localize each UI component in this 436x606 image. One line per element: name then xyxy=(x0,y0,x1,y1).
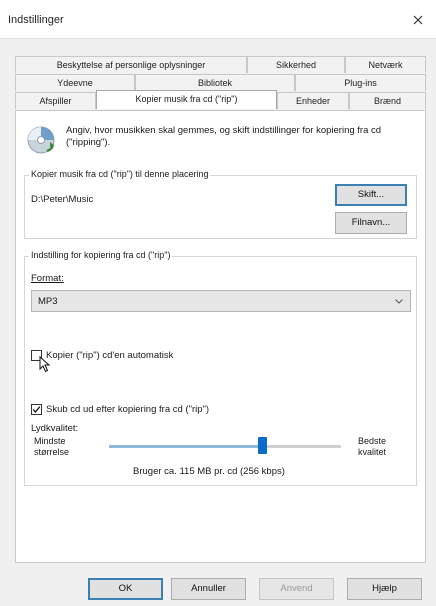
tab-rip-music[interactable]: Kopier musik fra cd ("rip") xyxy=(96,90,277,109)
help-button[interactable]: Hjælp xyxy=(347,578,422,600)
chevron-down-icon xyxy=(395,299,403,304)
close-icon xyxy=(413,15,423,25)
tab-library[interactable]: Bibliotek xyxy=(135,74,295,91)
window-title: Indstillinger xyxy=(8,14,64,26)
usage-text: Bruger ca. 115 MB pr. cd (256 kbps) xyxy=(133,466,285,477)
tab-player[interactable]: Afspiller xyxy=(15,92,96,109)
auto-rip-label: Kopier ("rip") cd'en automatisk xyxy=(46,350,174,361)
eject-checkbox[interactable] xyxy=(31,404,42,415)
settings-dialog: Indstillinger Beskyttelse af personlige … xyxy=(0,0,436,606)
tab-security[interactable]: Sikkerhed xyxy=(247,56,345,73)
rip-settings-group-label: Indstilling for kopiering fra cd ("rip") xyxy=(29,250,173,260)
rip-settings-panel: Angiv, hvor musikken skal gemmes, og ski… xyxy=(15,110,426,563)
close-button[interactable] xyxy=(406,8,430,32)
tab-performance[interactable]: Ydeevne xyxy=(15,74,135,91)
slider-fill xyxy=(109,445,262,448)
best-quality-label: Bedste kvalitet xyxy=(358,436,387,457)
tab-devices[interactable]: Enheder xyxy=(277,92,349,109)
checkmark-icon xyxy=(32,406,41,413)
rip-settings-group: Indstilling for kopiering fra cd ("rip")… xyxy=(24,250,417,486)
filename-button[interactable]: Filnavn... xyxy=(335,212,407,234)
apply-button[interactable]: Anvend xyxy=(259,578,334,600)
quality-label: Lydkvalitet: xyxy=(31,423,79,434)
quality-slider[interactable] xyxy=(109,435,341,459)
location-group: Kopier musik fra cd ("rip") til denne pl… xyxy=(24,169,417,239)
tab-plugins[interactable]: Plug-ins xyxy=(295,74,426,91)
format-value: MP3 xyxy=(38,296,58,307)
change-location-button[interactable]: Skift... xyxy=(335,184,407,206)
tab-network[interactable]: Netværk xyxy=(345,56,426,73)
format-dropdown[interactable]: MP3 xyxy=(31,290,411,312)
location-group-label: Kopier musik fra cd ("rip") til denne pl… xyxy=(29,169,211,179)
ok-button[interactable]: OK xyxy=(88,578,163,600)
format-label: Format: xyxy=(31,273,64,284)
cd-icon xyxy=(27,126,55,154)
tab-burn[interactable]: Brænd xyxy=(349,92,426,109)
slider-thumb[interactable] xyxy=(258,437,267,454)
cancel-button[interactable]: Annuller xyxy=(171,578,246,600)
title-bar: Indstillinger xyxy=(0,0,436,39)
intro-text: Angiv, hvor musikken skal gemmes, og ski… xyxy=(66,125,382,148)
eject-label: Skub cd ud efter kopiering fra cd ("rip"… xyxy=(46,404,210,415)
rip-location-path: D:\Peter\Music xyxy=(31,194,94,205)
tab-privacy[interactable]: Beskyttelse af personlige oplysninger xyxy=(15,56,247,73)
min-size-label: Mindste størrelse xyxy=(34,436,70,457)
mouse-cursor-icon xyxy=(39,356,51,373)
